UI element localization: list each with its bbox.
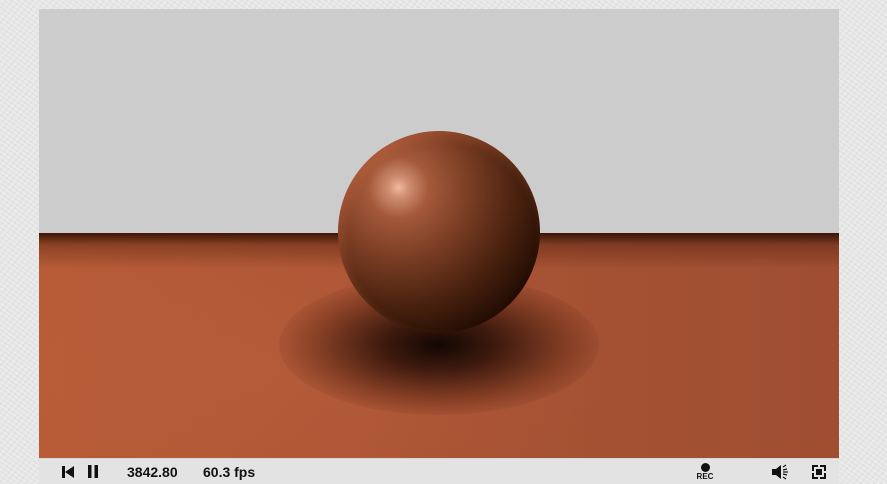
record-button[interactable]: REC <box>693 459 717 484</box>
player-controls-bar: 3842.80 60.3 fps REC <box>39 458 839 484</box>
shader-player: 3842.80 60.3 fps REC <box>39 9 839 484</box>
fps-display: 60.3 fps <box>203 463 256 480</box>
time-display: 3842.80 <box>127 463 178 480</box>
rendered-sphere <box>338 131 540 333</box>
restart-button[interactable] <box>61 459 77 484</box>
record-label: REC <box>696 471 714 481</box>
render-canvas[interactable] <box>39 9 839 458</box>
skip-back-icon <box>61 465 75 479</box>
pause-icon <box>87 465 99 478</box>
record-dot-icon <box>700 462 710 472</box>
fullscreen-icon <box>812 464 826 479</box>
volume-button[interactable] <box>771 459 791 484</box>
fullscreen-button[interactable] <box>812 459 828 484</box>
pause-button[interactable] <box>87 459 101 484</box>
volume-icon <box>771 464 791 480</box>
